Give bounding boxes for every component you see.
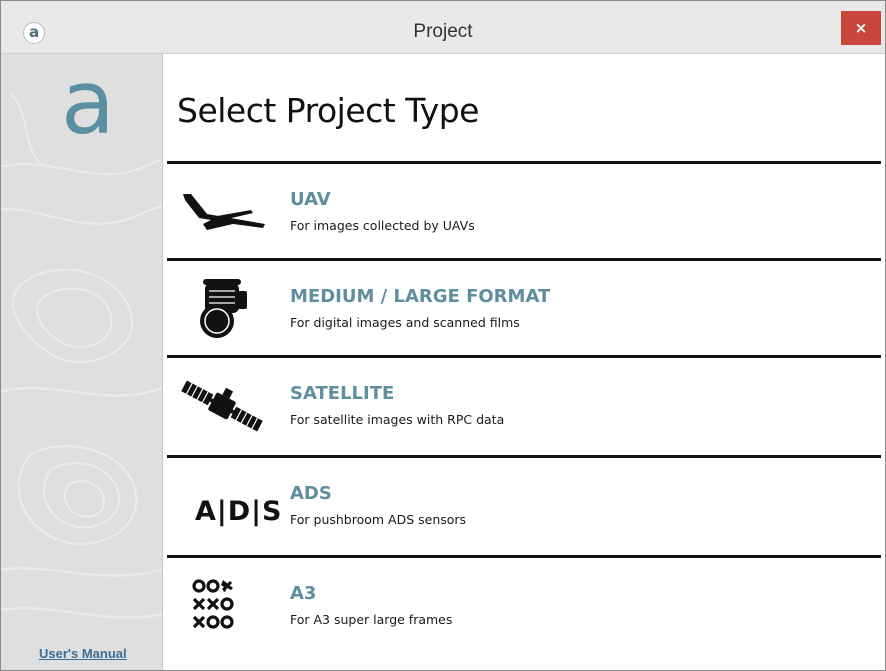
close-button[interactable]: ×	[841, 11, 881, 45]
option-description: For A3 super large frames	[290, 612, 453, 627]
ads-icon-text: A|D|S	[195, 496, 283, 527]
option-uav[interactable]: UAV For images collected by UAVs	[167, 161, 881, 261]
a3-frames-icon	[192, 579, 234, 629]
option-label: UAV	[290, 189, 331, 210]
app-logo: a	[61, 54, 115, 154]
option-label: SATELLITE	[290, 383, 395, 404]
window-title: Project	[413, 21, 473, 42]
option-description: For images collected by UAVs	[290, 218, 475, 233]
uav-drone-icon	[183, 194, 265, 230]
camera-icon	[200, 279, 247, 338]
ads-sensor-icon: A|D|S	[177, 474, 281, 538]
option-medium-large-format[interactable]: MEDIUM / LARGE FORMAT For digital images…	[167, 258, 881, 358]
option-label: A3	[290, 583, 317, 604]
page-title: Select Project Type	[177, 91, 480, 130]
project-window: a Project × a User's Manual Select Proje…	[0, 0, 886, 671]
sidebar: a User's Manual	[1, 54, 163, 670]
option-description: For satellite images with RPC data	[290, 412, 505, 427]
users-manual-link[interactable]: User's Manual	[39, 646, 127, 661]
option-description: For digital images and scanned films	[290, 315, 520, 330]
title-bar[interactable]: a Project ×	[1, 1, 885, 54]
option-a3[interactable]: A3 For A3 super large frames	[167, 555, 881, 655]
satellite-icon	[181, 380, 263, 432]
option-description: For pushbroom ADS sensors	[290, 512, 467, 527]
option-satellite[interactable]: SATELLITE For satellite images with RPC …	[167, 355, 881, 455]
option-label: MEDIUM / LARGE FORMAT	[290, 286, 551, 307]
option-ads[interactable]: A|D|S ADS For pushbroom ADS sensors	[167, 455, 881, 555]
option-label: ADS	[290, 483, 332, 504]
